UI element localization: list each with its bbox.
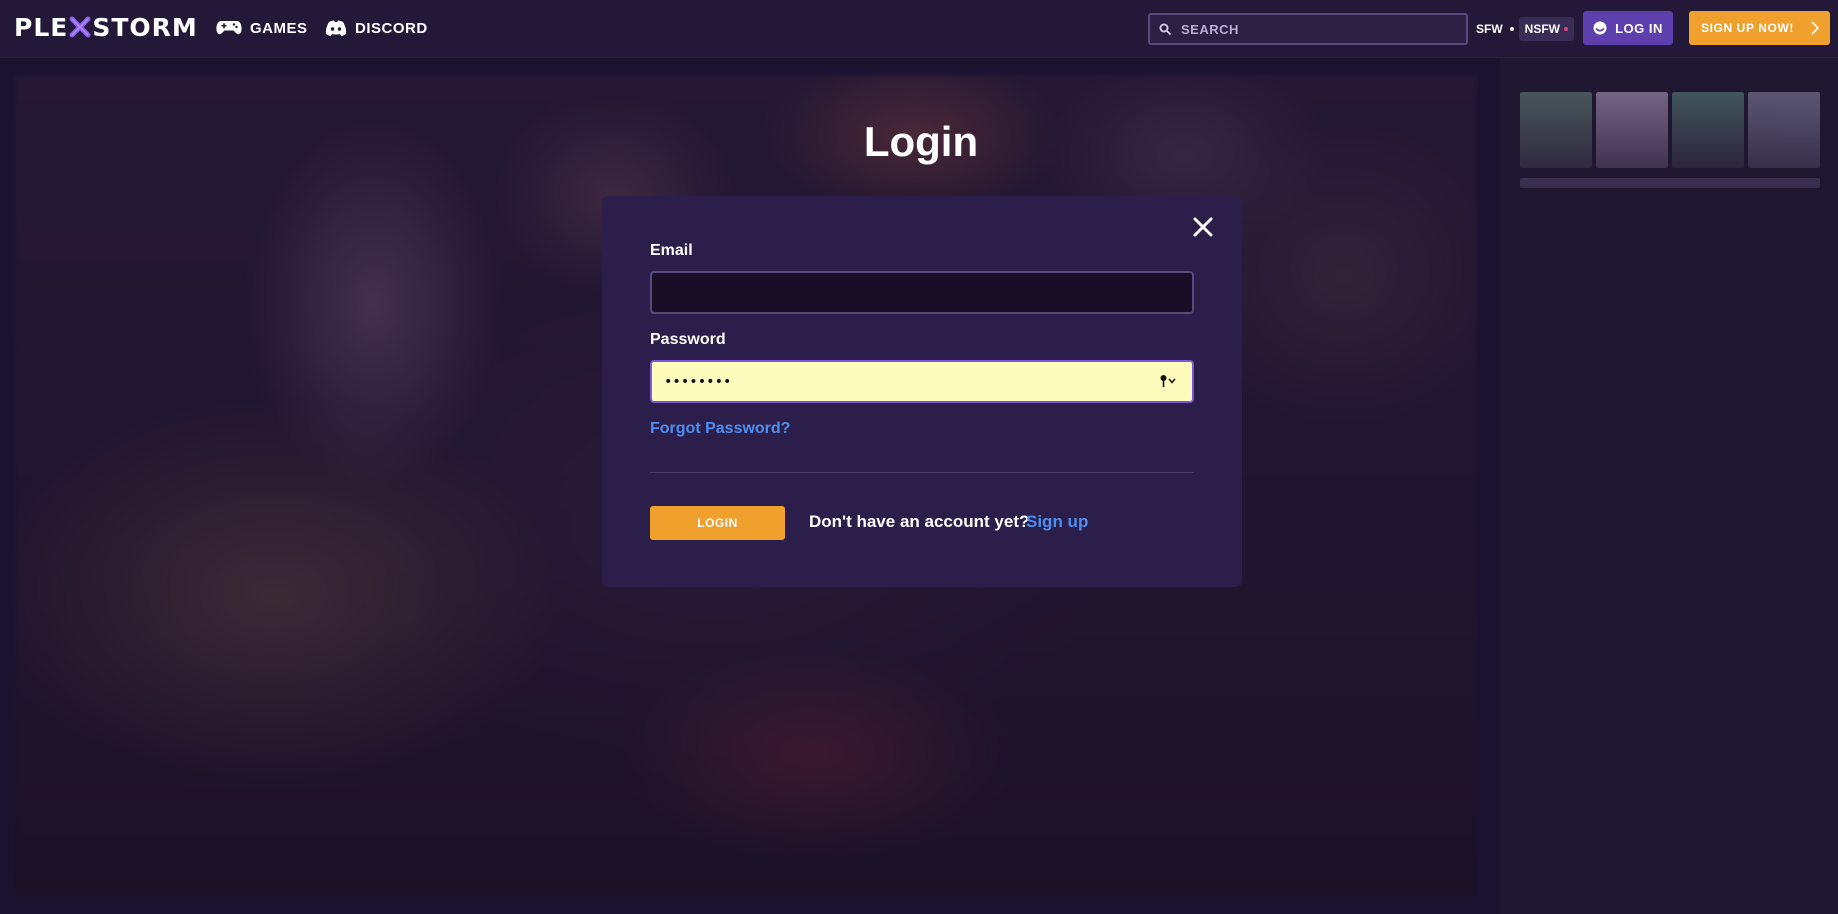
password-field[interactable]	[652, 362, 1132, 401]
password-label: Password	[650, 331, 726, 348]
email-field[interactable]	[650, 271, 1194, 314]
page-title: Login	[863, 118, 979, 165]
close-icon[interactable]	[1190, 214, 1216, 240]
discord-icon	[325, 20, 347, 36]
sidebar-progress-bar	[1520, 178, 1820, 188]
chevron-right-icon	[1811, 21, 1820, 35]
no-account-text: Don't have an account yet?	[809, 512, 1030, 531]
logo-x-mark	[69, 16, 91, 38]
nav-discord-label: DISCORD	[355, 19, 428, 37]
nsfw-active-indicator	[1564, 27, 1568, 31]
signup-link[interactable]: Sign up	[1026, 512, 1088, 532]
user-icon	[1593, 21, 1607, 35]
search-icon	[1159, 23, 1171, 35]
mode-separator-dot	[1509, 27, 1514, 31]
login-submit-button[interactable]: LOGIN	[650, 506, 785, 540]
plexstorm-logo[interactable]: PLE STORM	[14, 12, 198, 42]
header-login-button[interactable]: LOG IN	[1583, 11, 1673, 45]
sfw-option[interactable]: SFW	[1474, 22, 1507, 36]
nav-games[interactable]: GAMES	[216, 17, 308, 39]
nsfw-option[interactable]: NSFW	[1518, 17, 1574, 41]
nav-discord[interactable]: DISCORD	[325, 17, 428, 39]
forgot-password-link[interactable]: Forgot Password?	[650, 420, 790, 438]
logo-text-left: PLE	[14, 12, 69, 42]
top-navigation-bar: PLE STORM GAMES DISCORD SFW	[0, 0, 1838, 58]
header-signup-button[interactable]: SIGN UP NOW!	[1689, 11, 1830, 45]
nsfw-option-label: NSFW	[1524, 22, 1560, 36]
header-login-label: LOG IN	[1615, 20, 1663, 36]
form-divider	[650, 472, 1194, 473]
login-modal: Email Password Forgot Password? LOGIN Do…	[602, 196, 1242, 587]
content-mode-toggle: SFW NSFW	[1474, 16, 1574, 42]
logo-text-right: STORM	[92, 12, 198, 42]
password-field-wrapper	[650, 360, 1194, 403]
header-signup-label: SIGN UP NOW!	[1701, 21, 1794, 35]
email-label: Email	[650, 242, 693, 259]
nav-games-label: GAMES	[250, 19, 308, 37]
gamepad-icon	[216, 21, 242, 35]
search-box[interactable]	[1148, 13, 1468, 45]
key-icon[interactable]	[1160, 374, 1178, 388]
search-input[interactable]	[1179, 20, 1463, 38]
